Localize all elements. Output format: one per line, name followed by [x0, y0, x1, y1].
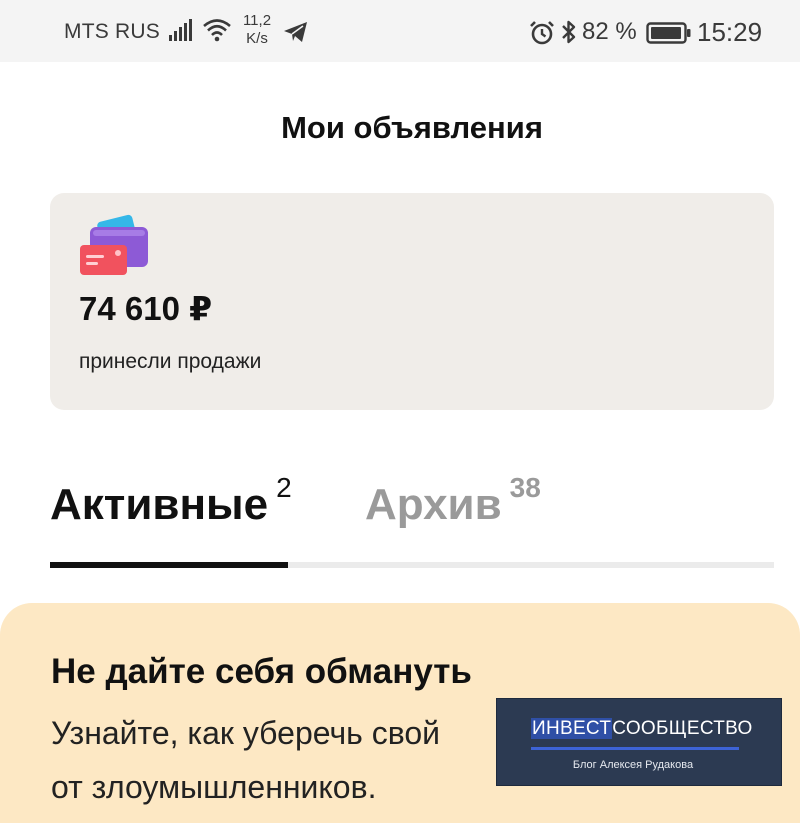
notice-title: Не дайте себя обмануть [51, 652, 472, 691]
tab-active[interactable]: Активные 2 [50, 472, 292, 530]
tab-active-label: Активные [50, 480, 269, 529]
network-speed: 11,2 K/s [240, 12, 274, 48]
watermark-subtitle: Блог Алексея Рудакова [572, 759, 694, 771]
status-bar: MTS RUS 11,2 K/s 82 % 15:29 [0, 0, 800, 62]
watermark-underline [531, 747, 739, 750]
signal-icon [169, 19, 192, 41]
battery-icon [646, 22, 691, 44]
tab-indicator [50, 562, 288, 568]
bluetooth-icon [562, 20, 576, 44]
telegram-icon [284, 22, 307, 42]
watermark-title-part1: ИНВЕСТ [531, 718, 613, 739]
watermark-title-part2: СООБЩЕСТВО [612, 718, 753, 739]
tab-active-count: 2 [276, 472, 292, 503]
alarm-icon [530, 21, 554, 45]
tab-archive-count: 38 [509, 472, 541, 503]
wallet-cards-icon [80, 214, 148, 275]
sales-summary-card[interactable]: 74 610 ₽ принесли продажи [50, 193, 774, 410]
tab-archive[interactable]: Архив 38 [365, 472, 541, 530]
battery-percent: 82 % [582, 18, 637, 45]
clock: 15:29 [697, 17, 763, 47]
carrier-label: MTS RUS [64, 20, 160, 43]
tab-archive-label: Архив [365, 480, 502, 529]
watermark-title: ИНВЕСТСООБЩЕСТВО [531, 718, 753, 740]
speed-unit: K/s [246, 30, 268, 47]
speed-value: 11,2 [242, 12, 272, 29]
wifi-icon [203, 19, 231, 42]
watermark-logo: ИНВЕСТСООБЩЕСТВО Блог Алексея Рудакова [496, 698, 782, 786]
sales-amount: 74 610 ₽ [79, 290, 213, 327]
page-title: Мои объявления [281, 110, 543, 145]
sales-caption: принесли продажи [79, 350, 262, 373]
